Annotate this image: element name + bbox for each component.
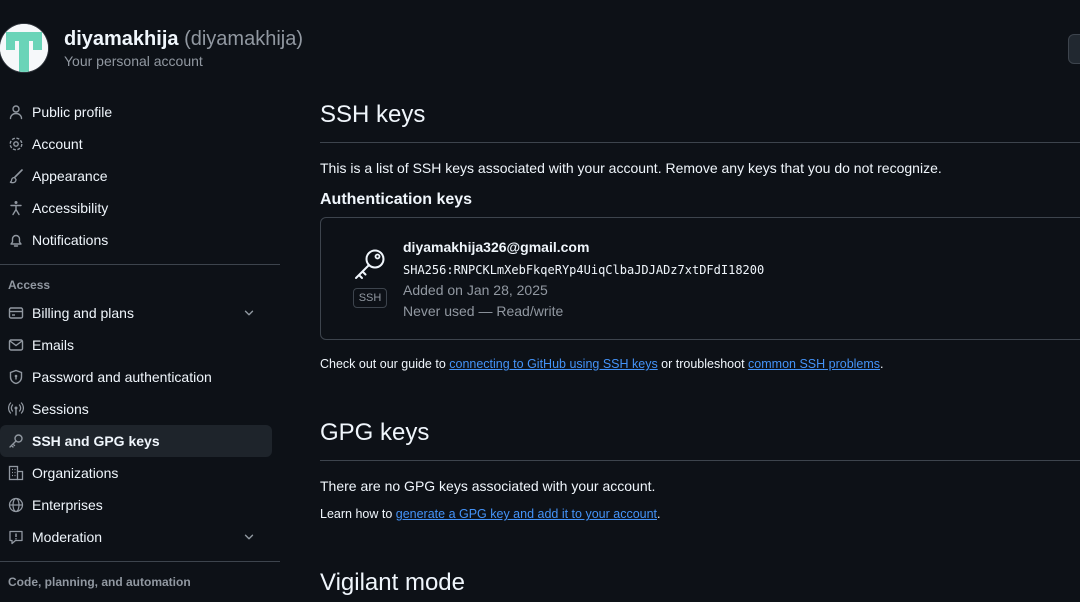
sidebar-divider [0,264,280,265]
sidebar-group-code: Code, planning, and automation [8,575,191,589]
sidebar-item-label: Sessions [32,401,89,417]
ssh-troubleshoot-link[interactable]: common SSH problems [748,357,880,371]
sidebar-item-organizations[interactable]: Organizations [0,457,264,489]
authentication-keys-title: Authentication keys [320,191,473,208]
sidebar-item-label: Account [32,136,83,152]
paintbrush-icon [8,168,24,184]
guide-middle: or troubleshoot [657,357,749,371]
shield-lock-icon [8,369,24,385]
guide-prefix: Check out our guide to [320,357,450,371]
mail-icon [8,337,24,353]
gpg-keys-title: GPG keys [320,419,430,446]
sidebar-item-label: SSH and GPG keys [32,433,160,449]
person-icon [8,104,24,120]
sidebar-item-label: Appearance [32,168,108,184]
sidebar-item-moderation[interactable]: Moderation [0,521,264,553]
ssh-badge: SSH [353,288,387,308]
key-usage: Never used — Read/write [403,303,564,319]
sidebar-item-label: Organizations [32,465,119,481]
sidebar-item-label: Accessibility [32,200,109,216]
report-icon [8,529,24,545]
section-rule [320,142,1080,143]
broadcast-icon [8,401,24,417]
ssh-key-item: SSH diyamakhija326@gmail.com SHA256:RNPC… [320,217,1080,340]
section-rule [320,460,1080,461]
sidebar-item-emails[interactable]: Emails [0,329,264,361]
gpg-learn-suffix: . [657,507,661,521]
sidebar-item-account[interactable]: Account [0,128,264,160]
chevron-down-icon[interactable] [242,530,256,544]
ssh-keys-description: This is a list of SSH keys associated wi… [320,160,942,176]
account-header: diyamakhija (diyamakhija) Your personal … [0,22,1080,78]
ssh-keys-title: SSH keys [320,101,426,128]
gpg-learn-text: Learn how to generate a GPG key and add … [320,507,661,521]
profile-button[interactable] [1068,34,1080,64]
key-title: diyamakhija326@gmail.com [403,239,590,255]
avatar[interactable] [0,24,48,72]
sidebar-item-notifications[interactable]: Notifications [0,224,264,256]
sidebar-group-access: Access [8,278,51,292]
sidebar-item-billing[interactable]: Billing and plans [0,297,264,329]
sidebar-item-label: Moderation [32,529,103,545]
gpg-learn-prefix: Learn how to [320,507,396,521]
guide-suffix: . [880,357,884,371]
organization-icon [8,465,24,481]
gpg-guide-link[interactable]: generate a GPG key and add it to your ac… [396,507,657,521]
accessibility-icon [8,200,24,216]
sidebar-item-appearance[interactable]: Appearance [0,160,264,192]
settings-page: diyamakhija (diyamakhija) Your personal … [0,0,1080,602]
sidebar-item-accessibility[interactable]: Accessibility [0,192,264,224]
sidebar-item-ssh-gpg-keys[interactable]: SSH and GPG keys [0,425,272,457]
ssh-guide-link[interactable]: connecting to GitHub using SSH keys [449,357,657,371]
ssh-guide-text: Check out our guide to connecting to Git… [320,357,884,371]
credit-card-icon [8,305,24,321]
sidebar-item-sessions[interactable]: Sessions [0,393,264,425]
user-name[interactable]: diyamakhija (diyamakhija) [64,28,303,51]
sidebar-item-label: Password and authentication [32,369,212,385]
sidebar-item-label: Billing and plans [32,305,134,321]
settings-sidebar: Public profile Account Appearance Access… [0,96,280,594]
account-subtitle: Your personal account [64,53,203,69]
sidebar-item-label: Emails [32,337,75,353]
sidebar-item-label: Enterprises [32,497,103,513]
gpg-empty-message: There are no GPG keys associated with yo… [320,478,656,494]
key-icon [8,433,24,449]
globe-icon [8,497,24,513]
sidebar-item-enterprises[interactable]: Enterprises [0,489,264,521]
gear-icon [8,136,24,152]
vigilant-mode-title: Vigilant mode [320,569,465,596]
user-login: diyamakhija [64,28,179,50]
bell-icon [8,232,24,248]
key-added-date: Added on Jan 28, 2025 [403,282,548,298]
key-icon [355,249,385,279]
key-fingerprint: SHA256:RNPCKLmXebFkqeRYp4UiqClbaJDJADz7x… [403,263,765,277]
sidebar-item-label: Public profile [32,104,113,120]
user-handle: (diyamakhija) [184,28,304,50]
sidebar-item-password[interactable]: Password and authentication [0,361,264,393]
chevron-down-icon[interactable] [242,306,256,320]
sidebar-item-public-profile[interactable]: Public profile [0,96,264,128]
identicon-image [0,24,48,72]
sidebar-item-label: Notifications [32,232,109,248]
sidebar-divider [0,561,280,562]
